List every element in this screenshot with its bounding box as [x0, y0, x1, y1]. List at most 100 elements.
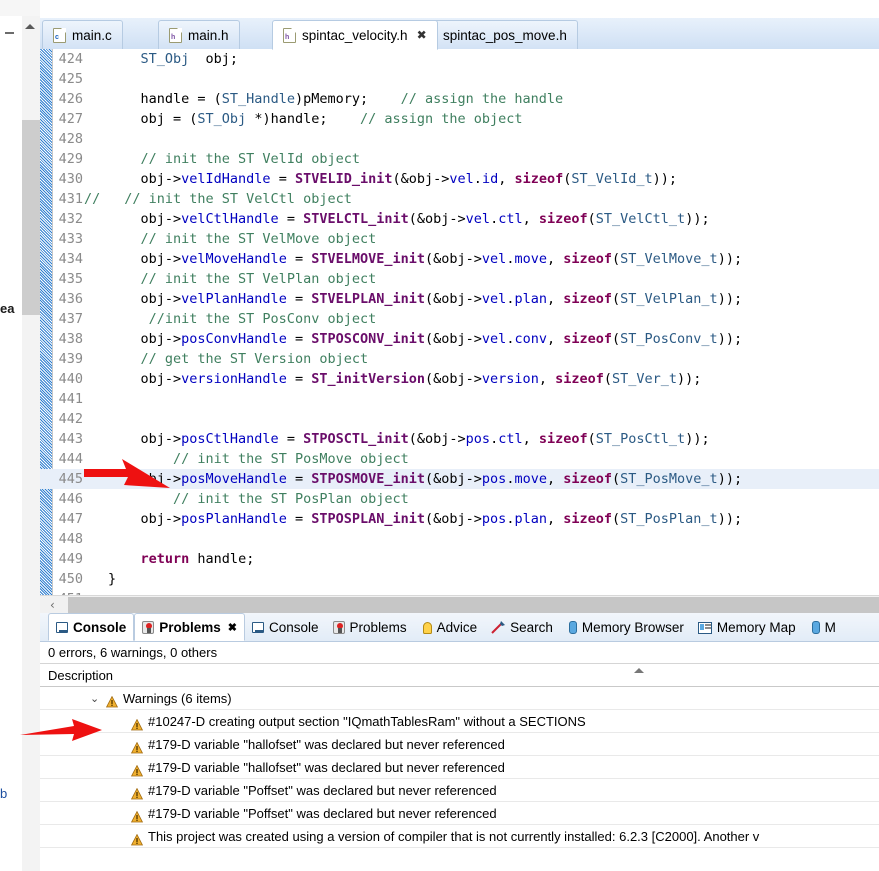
bottom-tab-label: M [824, 620, 836, 635]
code-token: = [286, 511, 312, 527]
code-token: ( [612, 511, 621, 527]
problems-item-row[interactable]: #179-D variable "Poffset" was declared b… [40, 779, 879, 802]
problems-icon [332, 621, 345, 634]
bottom-tab-advice-4[interactable]: Advice [414, 614, 485, 641]
code-line[interactable]: 445 obj->posMoveHandle = STPOSMOVE_init(… [40, 469, 879, 489]
column-header-description[interactable]: Description [48, 668, 113, 683]
bottom-tab-memory-browser-6[interactable]: Memory Browser [560, 614, 691, 641]
problems-summary: 0 errors, 6 warnings, 0 others [40, 642, 879, 664]
code-token: (&obj-> [392, 171, 450, 187]
code-token: = [286, 371, 312, 387]
code-token: (&obj-> [425, 291, 482, 307]
editor-tab-main-h[interactable]: h main.h [158, 20, 240, 49]
code-line[interactable]: 428 [40, 129, 879, 149]
code-line[interactable]: 435 // init the ST VelPlan object [40, 269, 879, 289]
left-view-scrollbar[interactable] [22, 16, 40, 871]
problems-column-header[interactable]: Description [40, 664, 879, 687]
code-line[interactable]: 429 // init the ST VelId object [40, 149, 879, 169]
editor-tab-main-c[interactable]: c main.c [42, 20, 123, 49]
bottom-tab-problems-1[interactable]: Problems ✖ [134, 613, 246, 641]
code-token: ST_PosConv_t [620, 331, 718, 347]
editor-horizontal-scrollbar[interactable]: ‹ [40, 595, 879, 613]
hscrollbar-thumb[interactable] [68, 597, 879, 613]
code-line[interactable]: 442 [40, 409, 879, 429]
bottom-tab-m-8[interactable]: M [803, 614, 843, 641]
bottom-tab-label: Console [269, 620, 319, 635]
close-icon[interactable]: ✖ [228, 621, 237, 634]
code-token: ST_Obj [140, 51, 190, 67]
code-line[interactable]: 433 // init the ST VelMove object [40, 229, 879, 249]
code-line[interactable]: 446 // init the ST PosPlan object [40, 489, 879, 509]
code-line[interactable]: 424 ST_Obj obj; [40, 49, 879, 69]
problems-row-text: #10247-D creating output section "IQmath… [148, 714, 586, 729]
code-line[interactable]: 444 // init the ST PosMove object [40, 449, 879, 469]
code-token: ST_PosPlan_t [620, 511, 718, 527]
problems-item-row[interactable]: #179-D variable "hallofset" was declared… [40, 733, 879, 756]
code-token: // assign the handle [400, 91, 564, 107]
problems-item-row[interactable]: This project was created using a version… [40, 825, 879, 848]
bottom-tab-memory-map-7[interactable]: Memory Map [691, 614, 803, 641]
code-token: STVELPLAN_init [311, 291, 426, 307]
code-token: )); [717, 471, 743, 487]
code-token: posPlanHandle [181, 511, 287, 527]
scroll-up-arrow-icon[interactable] [25, 24, 35, 29]
code-line[interactable]: 434 obj->velMoveHandle = STVELMOVE_init(… [40, 249, 879, 269]
bottom-panel: Console Problems ✖ Console Problems Advice Sea… [40, 613, 879, 871]
code-text: // init the ST PosPlan object [108, 489, 409, 509]
code-token: )); [717, 511, 743, 527]
code-line[interactable]: 437 //init the ST PosConv object [40, 309, 879, 329]
code-line[interactable]: 440 obj->versionHandle = ST_initVersion(… [40, 369, 879, 389]
bottom-tab-label: Advice [436, 620, 478, 635]
code-line[interactable]: 431// // init the ST VelCtl object [40, 189, 879, 209]
code-token: obj = ( [108, 111, 198, 127]
code-line[interactable]: 438 obj->posConvHandle = STPOSCONV_init(… [40, 329, 879, 349]
code-editor[interactable]: 424 ST_Obj obj; 425 426 handle = (ST_Handl… [40, 49, 879, 613]
code-line[interactable]: 427 obj = (ST_Obj *)handle; // assign th… [40, 109, 879, 129]
problems-group-row[interactable]: ⌄ Warnings (6 items) [40, 687, 879, 710]
problems-row-text: #179-D variable "Poffset" was declared b… [148, 806, 497, 821]
editor-tab-spintac_velocity-h[interactable]: h spintac_velocity.h ✖ [272, 20, 438, 50]
code-line[interactable]: 430 obj->velIdHandle = STVELID_init(&obj… [40, 169, 879, 189]
code-text: obj->posMoveHandle = STPOSMOVE_init(&obj… [108, 469, 743, 489]
code-text: // init the ST VelMove object [108, 229, 377, 249]
code-token: } [108, 571, 117, 587]
code-token: obj-> [108, 291, 182, 307]
code-line[interactable]: 447 obj->posPlanHandle = STPOSPLAN_init(… [40, 509, 879, 529]
bottom-tab-search-5[interactable]: Search [484, 614, 560, 641]
editor-tab-spintac_pos_move-h[interactable]: hspintac_pos_move.h [413, 20, 578, 49]
code-line[interactable]: 449 return handle; [40, 549, 879, 569]
h-file-icon: h [283, 27, 296, 43]
close-icon[interactable]: ✖ [417, 29, 427, 41]
expand-collapse-icon[interactable]: ⌄ [90, 687, 99, 709]
code-token: move [514, 251, 547, 267]
code-token: *)handle; [246, 111, 360, 127]
editor-tab-label: spintac_pos_move.h [443, 27, 567, 43]
code-line[interactable]: 450} [40, 569, 879, 589]
bottom-tab-console-2[interactable]: Console [245, 614, 326, 641]
code-token: sizeof [538, 431, 588, 447]
sort-ascending-icon[interactable] [634, 668, 644, 673]
code-token: (&obj-> [425, 331, 482, 347]
code-line[interactable]: 426 handle = (ST_Handle)pMemory; // assi… [40, 89, 879, 109]
problems-item-row[interactable]: #10247-D creating output section "IQmath… [40, 710, 879, 733]
code-line[interactable]: 432 obj->velCtlHandle = STVELCTL_init(&o… [40, 209, 879, 229]
code-token: // init the ST VelId object [140, 151, 360, 167]
code-line[interactable]: 436 obj->velPlanHandle = STVELPLAN_init(… [40, 289, 879, 309]
minimize-icon[interactable] [4, 25, 15, 36]
problems-item-row[interactable]: #179-D variable "hallofset" was declared… [40, 756, 879, 779]
code-token: id [481, 171, 499, 187]
scroll-left-arrow-icon[interactable]: ‹ [50, 599, 55, 611]
problems-item-row[interactable]: #179-D variable "Poffset" was declared b… [40, 802, 879, 825]
code-line[interactable]: 441 [40, 389, 879, 409]
bottom-tab-problems-3[interactable]: Problems [326, 614, 414, 641]
left-strip-top-filler [0, 0, 40, 16]
problems-row-text: This project was created using a version… [148, 829, 760, 844]
code-line[interactable]: 439 // get the ST Version object [40, 349, 879, 369]
code-line[interactable]: 448 [40, 529, 879, 549]
code-token: velIdHandle [181, 171, 271, 187]
code-line[interactable]: 443 obj->posCtlHandle = STPOSCTL_init(&o… [40, 429, 879, 449]
code-text: obj->velIdHandle = STVELID_init(&obj->ve… [108, 169, 678, 189]
bottom-tab-console-0[interactable]: Console [48, 613, 135, 641]
code-line[interactable]: 425 [40, 69, 879, 89]
scrollbar-thumb[interactable] [22, 120, 40, 315]
